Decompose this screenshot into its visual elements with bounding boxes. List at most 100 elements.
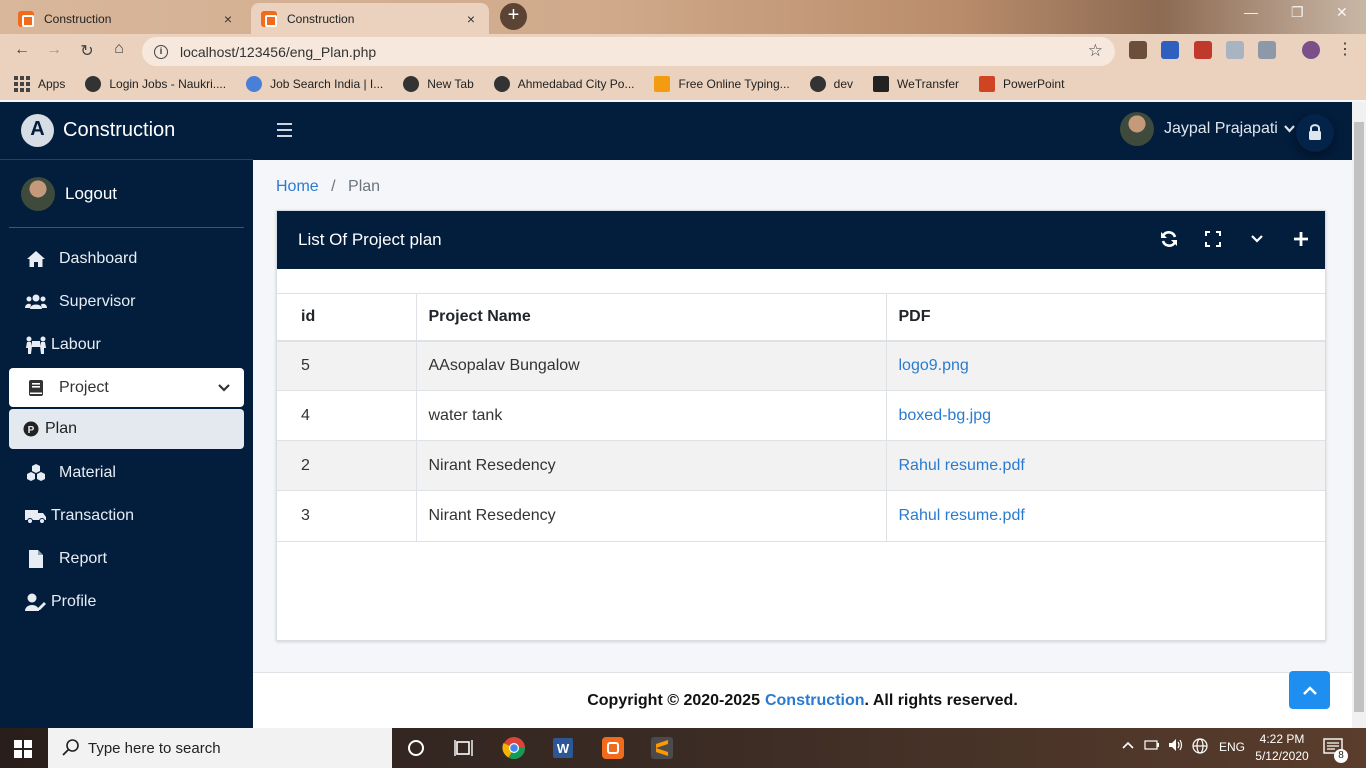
bookmark-item[interactable]: Ahmedabad City Po... xyxy=(493,76,634,92)
forward-icon[interactable]: → xyxy=(38,41,70,59)
extension-icon[interactable] xyxy=(1129,41,1147,59)
brand[interactable]: Construction xyxy=(0,102,253,160)
back-icon[interactable]: ← xyxy=(6,41,38,59)
chevron-down-icon xyxy=(1284,120,1295,138)
extension-icon[interactable] xyxy=(1226,41,1244,59)
user-name: Jaypal Prajapati xyxy=(1164,120,1278,137)
profile-avatar-icon[interactable] xyxy=(1302,41,1320,59)
bookmark-item[interactable]: WeTransfer xyxy=(873,76,959,92)
language-indicator[interactable]: ENG xyxy=(1219,740,1245,754)
taskbar-search-input[interactable]: Type here to search xyxy=(48,728,392,768)
typing-icon xyxy=(654,76,671,92)
chrome-icon[interactable] xyxy=(502,736,526,760)
browser-menu-icon[interactable]: ⋮ xyxy=(1336,41,1354,59)
sidebar-item-material[interactable]: Material xyxy=(9,451,244,494)
close-tab-icon[interactable]: × xyxy=(220,11,236,27)
sidebar-item-transaction[interactable]: Transaction xyxy=(9,494,244,537)
cortana-icon[interactable] xyxy=(404,736,428,760)
bookmark-item[interactable]: Login Jobs - Naukri.... xyxy=(85,76,226,92)
sidebar-item-profile[interactable]: Profile xyxy=(9,580,244,623)
lock-button[interactable] xyxy=(1296,114,1334,152)
back-to-top-button[interactable] xyxy=(1289,671,1330,709)
user-panel[interactable]: Logout xyxy=(9,160,244,228)
logout-link[interactable]: Logout xyxy=(65,184,117,204)
hamburger-menu-icon[interactable] xyxy=(277,123,292,137)
bookmark-apps[interactable]: Apps xyxy=(14,76,65,92)
xampp-icon[interactable] xyxy=(601,736,625,760)
breadcrumb-home-link[interactable]: Home xyxy=(276,178,319,195)
main-content: Home / Plan List Of Project plan id Proj… xyxy=(253,160,1352,672)
pdf-link[interactable]: Rahul resume.pdf xyxy=(899,457,1025,474)
sidebar-item-label: Plan xyxy=(45,420,78,437)
windows-start-icon[interactable] xyxy=(14,740,32,758)
site-info-icon[interactable]: i xyxy=(154,44,168,59)
browser-tab-active[interactable]: Construction × xyxy=(251,3,489,34)
sidebar-item-report[interactable]: Report xyxy=(9,537,244,580)
close-tab-icon[interactable]: × xyxy=(463,11,479,27)
clock[interactable]: 4:22 PM 5/12/2020 xyxy=(1252,731,1312,765)
clock-date: 5/12/2020 xyxy=(1255,749,1309,763)
bookmark-item[interactable]: New Tab xyxy=(403,76,474,92)
avatar xyxy=(1120,112,1154,146)
xampp-favicon-icon xyxy=(261,10,277,27)
chevron-down-icon xyxy=(218,381,230,395)
screenshot-extension-icon[interactable] xyxy=(1258,41,1276,59)
scrollbar-thumb[interactable] xyxy=(1354,122,1364,712)
word-icon[interactable]: W xyxy=(551,736,575,760)
page-footer: Copyright © 2020-2025 Construction . All… xyxy=(253,672,1352,728)
pdf-link[interactable]: boxed-bg.jpg xyxy=(899,407,992,424)
avatar xyxy=(21,176,55,211)
volume-icon[interactable] xyxy=(1168,738,1184,755)
sidebar-item-labour[interactable]: Labour xyxy=(9,323,244,366)
close-window-icon[interactable]: ✕ xyxy=(1336,4,1348,21)
bookmark-label: New Tab xyxy=(427,77,474,91)
new-tab-button[interactable]: + xyxy=(500,3,527,30)
home-browser-icon[interactable]: ⌂ xyxy=(103,40,135,58)
bookmark-label: dev xyxy=(833,77,854,91)
user-dropdown[interactable]: Jaypal Prajapati xyxy=(1120,112,1295,146)
add-plan-icon[interactable] xyxy=(1291,229,1311,249)
page-scrollbar[interactable] xyxy=(1352,102,1366,728)
browser-tab[interactable]: Construction × xyxy=(8,3,246,34)
url-text: localhost/123456/eng_Plan.php xyxy=(180,43,377,60)
cell-project-name: AAsopalav Bungalow xyxy=(416,340,887,391)
pdf-link[interactable]: logo9.png xyxy=(899,357,969,374)
pdf-link[interactable]: Rahul resume.pdf xyxy=(899,507,1025,524)
collapse-chevron-icon[interactable] xyxy=(1247,229,1267,249)
url-bar[interactable]: i localhost/123456/eng_Plan.php ☆ xyxy=(142,37,1115,66)
column-header-pdf[interactable]: PDF xyxy=(886,293,1325,342)
home-icon xyxy=(25,250,47,268)
fullscreen-icon[interactable] xyxy=(1203,229,1223,249)
task-view-icon[interactable] xyxy=(452,736,476,760)
show-hidden-icons-icon[interactable] xyxy=(1122,738,1134,752)
column-header-project-name[interactable]: Project Name xyxy=(416,293,887,342)
cell-pdf: logo9.png xyxy=(886,340,1325,391)
globe-icon xyxy=(403,76,420,92)
apps-grid-icon xyxy=(14,76,30,92)
maximize-icon[interactable]: ❐ xyxy=(1291,4,1304,21)
globe-icon xyxy=(809,76,826,92)
sidebar-item-project[interactable]: Project xyxy=(9,368,244,407)
sidebar-item-supervisor[interactable]: Supervisor xyxy=(9,280,244,323)
sublime-text-icon[interactable] xyxy=(650,736,674,760)
sidebar-item-label: Project xyxy=(59,378,109,396)
sidebar-item-dashboard[interactable]: Dashboard xyxy=(9,237,244,280)
minimize-icon[interactable]: — xyxy=(1244,4,1258,20)
bookmark-star-icon[interactable]: ☆ xyxy=(1088,41,1103,61)
refresh-icon[interactable] xyxy=(1159,229,1179,249)
extension-icon[interactable] xyxy=(1161,41,1179,59)
table-row: 2 Nirant Resedency Rahul resume.pdf xyxy=(277,440,1325,491)
bookmark-item[interactable]: dev xyxy=(809,76,854,92)
bookmark-item[interactable]: Free Online Typing... xyxy=(654,76,790,92)
book-icon xyxy=(25,379,47,397)
network-globe-icon[interactable] xyxy=(1192,738,1208,757)
bookmark-item[interactable]: PowerPoint xyxy=(979,76,1064,92)
sidebar-item-plan[interactable]: P Plan xyxy=(9,409,244,449)
reload-icon[interactable]: ↻ xyxy=(71,41,103,61)
wetransfer-icon xyxy=(873,76,890,92)
column-header-id[interactable]: id xyxy=(277,293,417,342)
pdf-extension-icon[interactable] xyxy=(1194,41,1212,59)
footer-brand-link[interactable]: Construction xyxy=(765,692,865,710)
battery-icon[interactable] xyxy=(1144,739,1160,754)
bookmark-item[interactable]: Job Search India | I... xyxy=(246,76,383,92)
